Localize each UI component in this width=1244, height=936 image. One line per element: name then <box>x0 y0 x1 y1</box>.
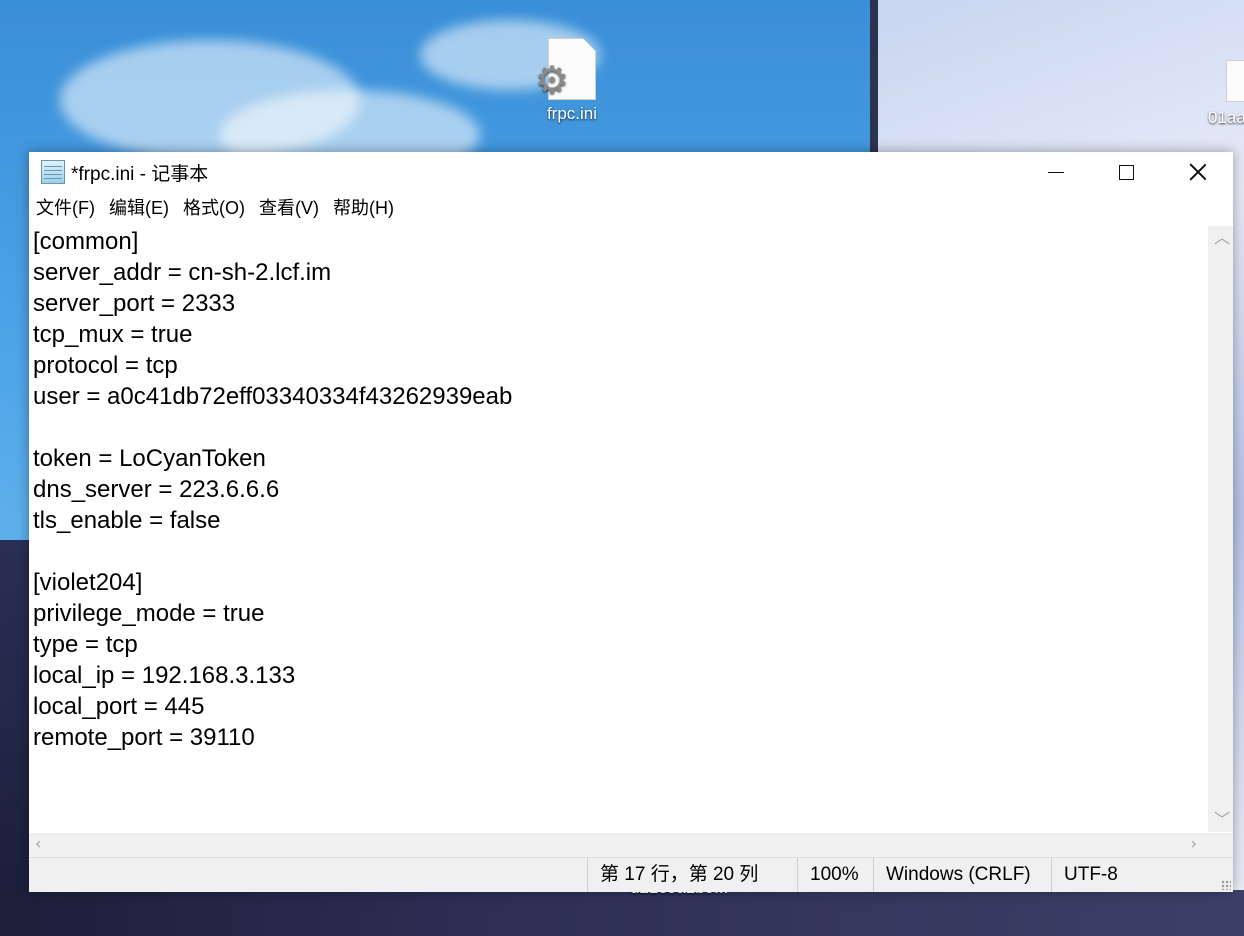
editor-line: protocol = tcp <box>33 352 178 379</box>
window-title: *frpc.ini - 记事本 <box>71 163 209 185</box>
editor-line: remote_port = 39110 <box>33 724 255 751</box>
gear-icon: ⚙ <box>535 60 570 102</box>
text-editor[interactable]: [common] server_addr = cn-sh-2.lcf.im se… <box>29 226 1207 832</box>
editor-line: local_ip = 192.168.3.133 <box>33 662 296 689</box>
menu-help[interactable]: 帮助(H) <box>326 192 401 224</box>
wallpaper-dark-area <box>0 540 30 936</box>
editor-line: [violet204] <box>33 569 143 596</box>
editor-line: tls_enable = false <box>33 507 221 534</box>
horizontal-scrollbar[interactable]: ‹ › <box>29 833 1233 857</box>
editor-line: local_port = 445 <box>33 693 205 720</box>
title-bar[interactable]: *frpc.ini - 记事本 <box>29 152 1233 192</box>
close-icon <box>1189 163 1207 181</box>
menu-format[interactable]: 格式(O) <box>176 192 252 224</box>
desktop-icon-frpc-ini[interactable]: ⚙ frpc.ini <box>527 38 617 124</box>
file-icon <box>1226 60 1244 102</box>
status-line-ending: Windows (CRLF) <box>873 858 1051 892</box>
notepad-window: *frpc.ini - 记事本 文件(F) 编辑(E) 格式(O) 查看(V) … <box>29 152 1233 892</box>
editor-line: server_port = 2333 <box>33 290 236 317</box>
desktop-icon-01aa[interactable]: 01aa <box>1196 60 1244 128</box>
editor-line: server_addr = cn-sh-2.lcf.im <box>33 259 332 286</box>
scroll-up-icon[interactable]: ︿ <box>1214 230 1230 246</box>
menu-bar: 文件(F) 编辑(E) 格式(O) 查看(V) 帮助(H) <box>29 192 1233 224</box>
editor-line: tcp_mux = true <box>33 321 193 348</box>
maximize-button[interactable] <box>1091 152 1162 192</box>
editor-line: type = tcp <box>33 631 138 658</box>
minimize-icon <box>1047 171 1064 173</box>
editor-line: user = a0c41db72eff03340334f43262939eab <box>33 383 513 410</box>
maximize-icon <box>1119 164 1134 180</box>
editor-line: [common] <box>33 228 139 255</box>
menu-edit[interactable]: 编辑(E) <box>102 192 176 224</box>
vertical-scrollbar[interactable]: ︿ ﹀ <box>1208 226 1233 832</box>
desktop-icon-label: frpc.ini <box>546 104 598 123</box>
minimize-button[interactable] <box>1020 152 1091 192</box>
menu-view[interactable]: 查看(V) <box>252 192 326 224</box>
notepad-icon <box>41 160 65 184</box>
status-bar: 第 17 行，第 20 列 100% Windows (CRLF) UTF-8 <box>29 857 1233 892</box>
resize-grip-icon[interactable] <box>1221 880 1231 890</box>
wallpaper-frame <box>870 0 878 160</box>
editor-line: token = LoCyanToken <box>33 445 266 472</box>
window-controls <box>1020 152 1233 192</box>
status-cursor-position: 第 17 行，第 20 列 <box>587 858 797 892</box>
status-zoom: 100% <box>797 858 873 892</box>
close-button[interactable] <box>1162 152 1233 192</box>
editor-line: dns_server = 223.6.6.6 <box>33 476 280 503</box>
status-encoding: UTF-8 <box>1051 858 1233 892</box>
scroll-down-icon[interactable]: ﹀ <box>1214 812 1230 828</box>
scroll-left-icon[interactable]: ‹ <box>35 836 41 852</box>
menu-file[interactable]: 文件(F) <box>29 192 102 224</box>
desktop-icon-label: 01aa <box>1208 108 1244 127</box>
scroll-right-icon[interactable]: › <box>1191 836 1197 852</box>
editor-line: privilege_mode = true <box>33 600 265 627</box>
wallpaper-bottom <box>0 890 1244 936</box>
